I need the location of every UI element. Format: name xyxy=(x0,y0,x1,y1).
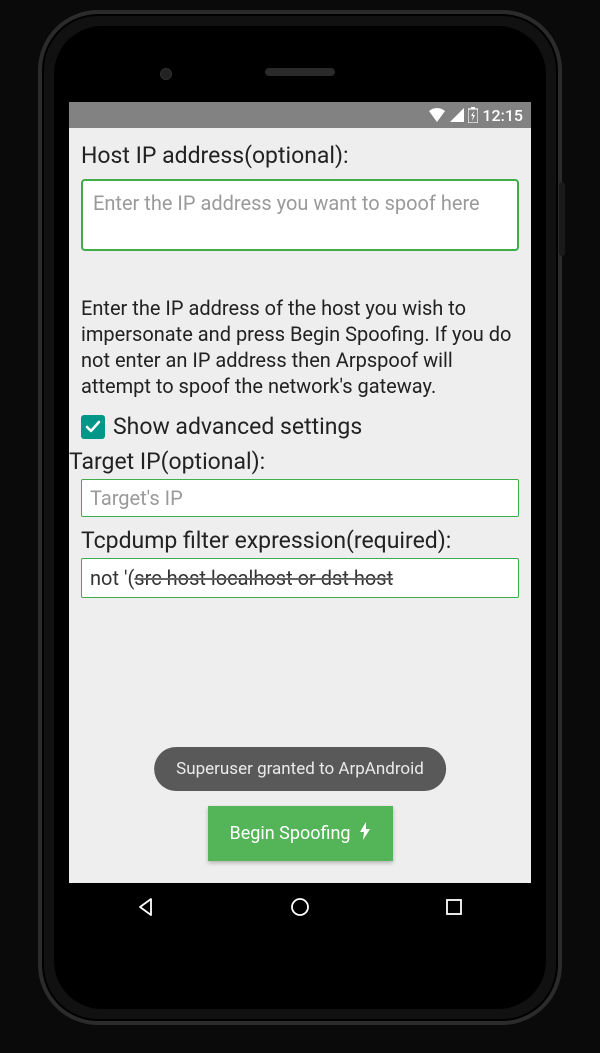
host-ip-label: Host IP address(optional): xyxy=(81,142,519,169)
tcpdump-filter-label: Tcpdump filter expression(required): xyxy=(81,527,519,554)
status-bar: 12:15 xyxy=(69,102,531,128)
button-row: Begin Spoofing xyxy=(69,806,531,861)
advanced-settings-label: Show advanced settings xyxy=(113,413,362,440)
battery-charging-icon xyxy=(468,107,478,123)
begin-spoofing-label: Begin Spoofing xyxy=(230,823,351,844)
host-ip-input[interactable] xyxy=(81,179,519,251)
target-ip-input[interactable] xyxy=(81,479,519,517)
toast-message: Superuser granted to ArpAndroid xyxy=(154,747,446,791)
tcpdump-filter-input[interactable]: not '(src host localhost or dst host xyxy=(81,558,519,598)
advanced-settings-checkbox[interactable]: Show advanced settings xyxy=(81,413,519,440)
checkbox-checked-icon xyxy=(81,415,105,439)
nav-back-button[interactable] xyxy=(132,893,160,921)
instructions-text: Enter the IP address of the host you wis… xyxy=(81,295,519,399)
app-content: Host IP address(optional): Enter the IP … xyxy=(69,128,531,883)
front-camera xyxy=(160,68,172,80)
earpiece xyxy=(265,68,335,76)
phone-bezel: 12:15 Host IP address(optional): Enter t… xyxy=(54,26,546,1009)
filter-value-struck: src host localhost or dst host xyxy=(134,566,393,590)
begin-spoofing-button[interactable]: Begin Spoofing xyxy=(208,806,393,861)
status-time: 12:15 xyxy=(482,106,523,125)
android-nav-bar xyxy=(69,883,531,931)
phone-frame: 12:15 Host IP address(optional): Enter t… xyxy=(38,10,562,1025)
lightning-icon xyxy=(359,822,371,845)
screen: 12:15 Host IP address(optional): Enter t… xyxy=(69,102,531,931)
tcpdump-filter-wrap: not '(src host localhost or dst host xyxy=(81,558,519,610)
wifi-icon xyxy=(428,108,446,122)
target-ip-label: Target IP(optional): xyxy=(69,448,519,475)
power-button xyxy=(559,182,565,256)
nav-recent-button[interactable] xyxy=(440,893,468,921)
filter-value-prefix: not '( xyxy=(90,566,134,590)
nav-home-button[interactable] xyxy=(286,893,314,921)
cell-signal-icon xyxy=(450,108,464,122)
